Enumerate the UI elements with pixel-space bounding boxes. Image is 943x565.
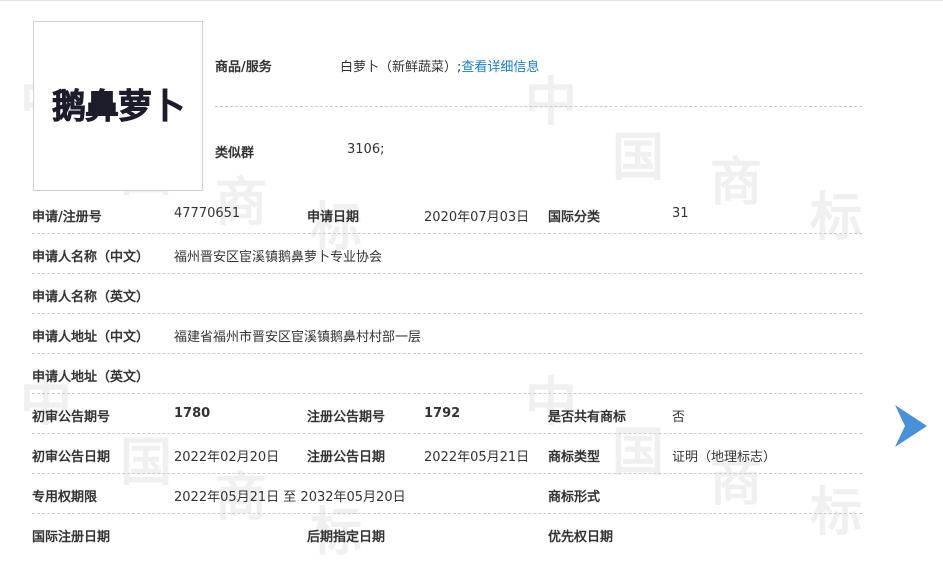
late-date-label: 后期指定日期 <box>307 530 386 545</box>
prelim-no-label: 初审公告期号 <box>32 410 111 425</box>
term-value: 2022年05月21日 至 2032年05月20日 <box>174 490 406 505</box>
applicant-cn-label: 申请人名称（中文） <box>32 250 150 265</box>
prelim-date-value: 2022年02月20日 <box>174 450 280 465</box>
trademark-logo: 鹅鼻萝卜 <box>52 87 186 128</box>
divider <box>32 433 862 434</box>
prelim-date-label: 初审公告日期 <box>32 450 111 465</box>
divider <box>32 273 862 274</box>
reg-pub-no-label: 注册公告期号 <box>307 410 386 425</box>
goods-services-value: 白萝卜（新鲜蔬菜）;查看详细信息 <box>340 56 539 75</box>
watermark-char: 标 <box>810 188 863 248</box>
watermark-char: 商 <box>215 173 268 233</box>
divider <box>32 513 862 514</box>
applicant-en-label: 申请人名称（英文） <box>32 290 150 305</box>
reg-no-label: 申请/注册号 <box>32 210 102 225</box>
goods-services-label: 商品/服务 <box>215 60 272 75</box>
app-date-value: 2020年07月03日 <box>424 210 530 225</box>
svg-text:鹅鼻萝卜: 鹅鼻萝卜 <box>52 87 184 127</box>
divider <box>215 106 862 107</box>
address-cn-value: 福建省福州市晋安区宦溪镇鹅鼻村村部一层 <box>174 330 422 345</box>
applicant-cn-value: 福州晋安区宦溪镇鹅鼻萝卜专业协会 <box>174 250 383 265</box>
next-arrow-icon[interactable] <box>893 403 929 449</box>
intl-reg-date-label: 国际注册日期 <box>32 530 111 545</box>
address-en-label: 申请人地址（英文） <box>32 370 150 385</box>
divider <box>32 233 862 234</box>
watermark-char: 国 <box>120 433 173 493</box>
similar-group-value: 3106; <box>347 142 385 157</box>
trademark-image: 鹅鼻萝卜 <box>33 21 203 191</box>
goods-services-text: 白萝卜（新鲜蔬菜）; <box>340 60 462 75</box>
tm-type-label: 商标类型 <box>548 450 601 465</box>
prelim-no-value: 1780 <box>174 406 211 421</box>
shared-label: 是否共有商标 <box>548 410 627 425</box>
divider <box>32 393 862 394</box>
term-label: 专用权期限 <box>32 490 98 505</box>
priority-date-label: 优先权日期 <box>548 530 614 545</box>
watermark-char: 商 <box>710 153 763 213</box>
tm-form-label: 商标形式 <box>548 490 601 505</box>
divider <box>32 353 862 354</box>
watermark-char: 标 <box>810 483 863 543</box>
app-date-label: 申请日期 <box>307 210 360 225</box>
intl-class-value: 31 <box>672 206 689 221</box>
divider <box>32 313 862 314</box>
divider <box>32 473 862 474</box>
watermark-char: 国 <box>612 128 665 188</box>
reg-pub-no-value: 1792 <box>424 406 461 421</box>
reg-pub-date-value: 2022年05月21日 <box>424 450 530 465</box>
intl-class-label: 国际分类 <box>548 210 601 225</box>
address-cn-label: 申请人地址（中文） <box>32 330 150 345</box>
reg-pub-date-label: 注册公告日期 <box>307 450 386 465</box>
view-details-link[interactable]: 查看详细信息 <box>461 60 539 75</box>
shared-value: 否 <box>672 410 686 425</box>
similar-group-label: 类似群 <box>215 146 255 161</box>
tm-type-value: 证明（地理标志） <box>672 450 777 465</box>
top-border <box>0 0 943 1</box>
reg-no-value: 47770651 <box>174 206 241 221</box>
